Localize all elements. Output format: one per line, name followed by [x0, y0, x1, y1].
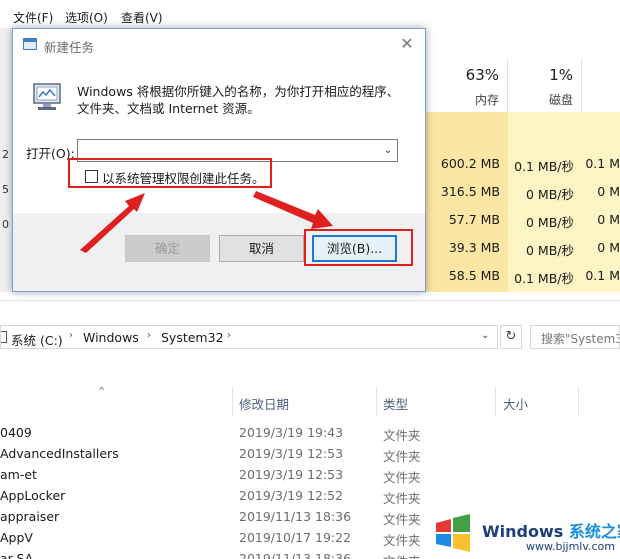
dialog-description: Windows 将根据你所键入的名称，为你打开相应的程序、文件夹、文档或 Int…: [77, 84, 400, 116]
column-header-memory[interactable]: 63% 内存: [425, 58, 507, 112]
process-row-fragment: 2: [2, 148, 9, 161]
process-row-fragment: 5: [2, 183, 9, 196]
file-date: 2019/11/13 18:36: [239, 551, 352, 559]
watermark-brand-cn: 系统之家: [568, 522, 620, 541]
row-network: 0 M: [597, 212, 620, 227]
memory-percent: 63%: [465, 66, 499, 84]
file-date: 2019/11/13 18:36: [239, 509, 352, 524]
file-type: 文件夹: [383, 491, 421, 506]
disk-label: 磁盘: [548, 93, 573, 107]
breadcrumb-separator-icon[interactable]: ›: [147, 330, 151, 341]
file-name: AppV: [0, 530, 33, 545]
disk-percent: 1%: [549, 66, 573, 84]
file-row[interactable]: AdvancedInstallers 2019/3/19 12:53 文件夹: [0, 443, 620, 464]
breadcrumb-drive[interactable]: 系统 (C:): [11, 330, 63, 349]
close-icon[interactable]: ✕: [397, 34, 417, 54]
chevron-down-icon[interactable]: ⌄: [379, 140, 397, 161]
file-date: 2019/10/17 19:22: [239, 530, 352, 545]
ok-button[interactable]: 确定: [125, 235, 210, 262]
file-name: 0409: [0, 425, 32, 440]
file-list-header: ⌃ 名称 修改日期 类型 大小: [0, 385, 620, 417]
file-date: 2019/3/19 19:43: [239, 425, 344, 440]
row-memory: 316.5 MB: [440, 184, 500, 199]
file-type: 文件夹: [383, 470, 421, 485]
task-manager-menubar: 文件(F) 选项(O) 查看(V): [0, 5, 620, 27]
breadcrumb-windows[interactable]: Windows: [83, 330, 139, 345]
row-memory: 600.2 MB: [440, 156, 500, 171]
menu-view[interactable]: 查看(V): [121, 9, 163, 26]
file-type: 文件夹: [383, 533, 421, 548]
file-name: AppLocker: [0, 488, 66, 503]
row-memory: 39.3 MB: [448, 240, 500, 255]
row-disk: 0 MB/秒: [526, 187, 574, 202]
row-memory: 58.5 MB: [448, 268, 500, 283]
column-divider[interactable]: [232, 387, 233, 417]
column-header-disk[interactable]: 1% 磁盘: [507, 58, 581, 112]
annotation-box-admin-option: [68, 158, 272, 188]
breadcrumb-separator-icon[interactable]: ›: [69, 330, 73, 341]
file-row[interactable]: 0409 2019/3/19 19:43 文件夹: [0, 422, 620, 443]
watermark-brand: Windows 系统之家: [482, 518, 620, 542]
column-header-network[interactable]: [581, 58, 620, 112]
file-row[interactable]: AppLocker 2019/3/19 12:52 文件夹: [0, 485, 620, 506]
row-network: 0 M: [597, 184, 620, 199]
file-type: 文件夹: [383, 449, 421, 464]
row-disk: 0.1 MB/秒: [514, 159, 574, 174]
file-date: 2019/3/19 12:53: [239, 446, 344, 461]
column-divider[interactable]: [578, 387, 579, 417]
menu-options[interactable]: 选项(O): [65, 9, 108, 26]
menu-file[interactable]: 文件(F): [13, 9, 53, 26]
cancel-button[interactable]: 取消: [219, 235, 304, 262]
dialog-title: 新建任务: [44, 40, 95, 55]
windows-logo-icon: [436, 514, 470, 552]
column-size[interactable]: 大小: [503, 394, 528, 413]
column-divider[interactable]: [495, 387, 496, 417]
column-type[interactable]: 类型: [383, 394, 408, 413]
row-network: 0.1 M: [585, 268, 620, 283]
process-row-fragment: 0: [2, 218, 9, 231]
chevron-down-icon[interactable]: ⌄: [481, 330, 489, 341]
run-program-icon: [33, 83, 61, 110]
row-memory: 57.7 MB: [448, 212, 500, 227]
breadcrumb-separator-icon[interactable]: ›: [227, 330, 231, 341]
file-type: 文件夹: [383, 512, 421, 527]
file-name: am-et: [0, 467, 37, 482]
site-watermark: Windows 系统之家 www.bjjmlv.com: [430, 511, 620, 559]
search-input[interactable]: 搜索"System32": [530, 325, 620, 349]
file-type: 文件夹: [383, 428, 421, 443]
file-type: 文件夹: [383, 551, 421, 559]
file-name: AdvancedInstallers: [0, 446, 119, 461]
refresh-button[interactable]: ↻: [500, 325, 522, 349]
column-divider[interactable]: [376, 387, 377, 417]
row-disk: 0 MB/秒: [526, 243, 574, 258]
file-name: appraiser: [0, 509, 60, 524]
breadcrumb-system32[interactable]: System32: [161, 330, 224, 345]
memory-label: 内存: [474, 93, 499, 107]
watermark-url: www.bjjmlv.com: [526, 540, 615, 553]
column-date-modified[interactable]: 修改日期: [239, 394, 289, 413]
file-date: 2019/3/19 12:52: [239, 488, 344, 503]
row-network: 0 M: [597, 240, 620, 255]
file-date: 2019/3/19 12:53: [239, 467, 344, 482]
this-pc-icon: [1, 331, 7, 343]
window-icon: [23, 38, 37, 50]
row-disk: 0.1 MB/秒: [514, 271, 574, 286]
file-row[interactable]: am-et 2019/3/19 12:53 文件夹: [0, 464, 620, 485]
sort-ascending-icon: ⌃: [97, 385, 107, 398]
row-network: 0.1 M: [585, 156, 620, 171]
row-disk: 0 MB/秒: [526, 215, 574, 230]
dialog-titlebar[interactable]: 新建任务 ✕: [13, 29, 425, 59]
file-name: ar-SA: [0, 551, 34, 559]
watermark-brand-en: Windows: [482, 522, 564, 541]
address-bar[interactable]: 系统 (C:) › Windows › System32 › ⌄: [0, 325, 498, 349]
annotation-box-browse: [304, 229, 413, 266]
